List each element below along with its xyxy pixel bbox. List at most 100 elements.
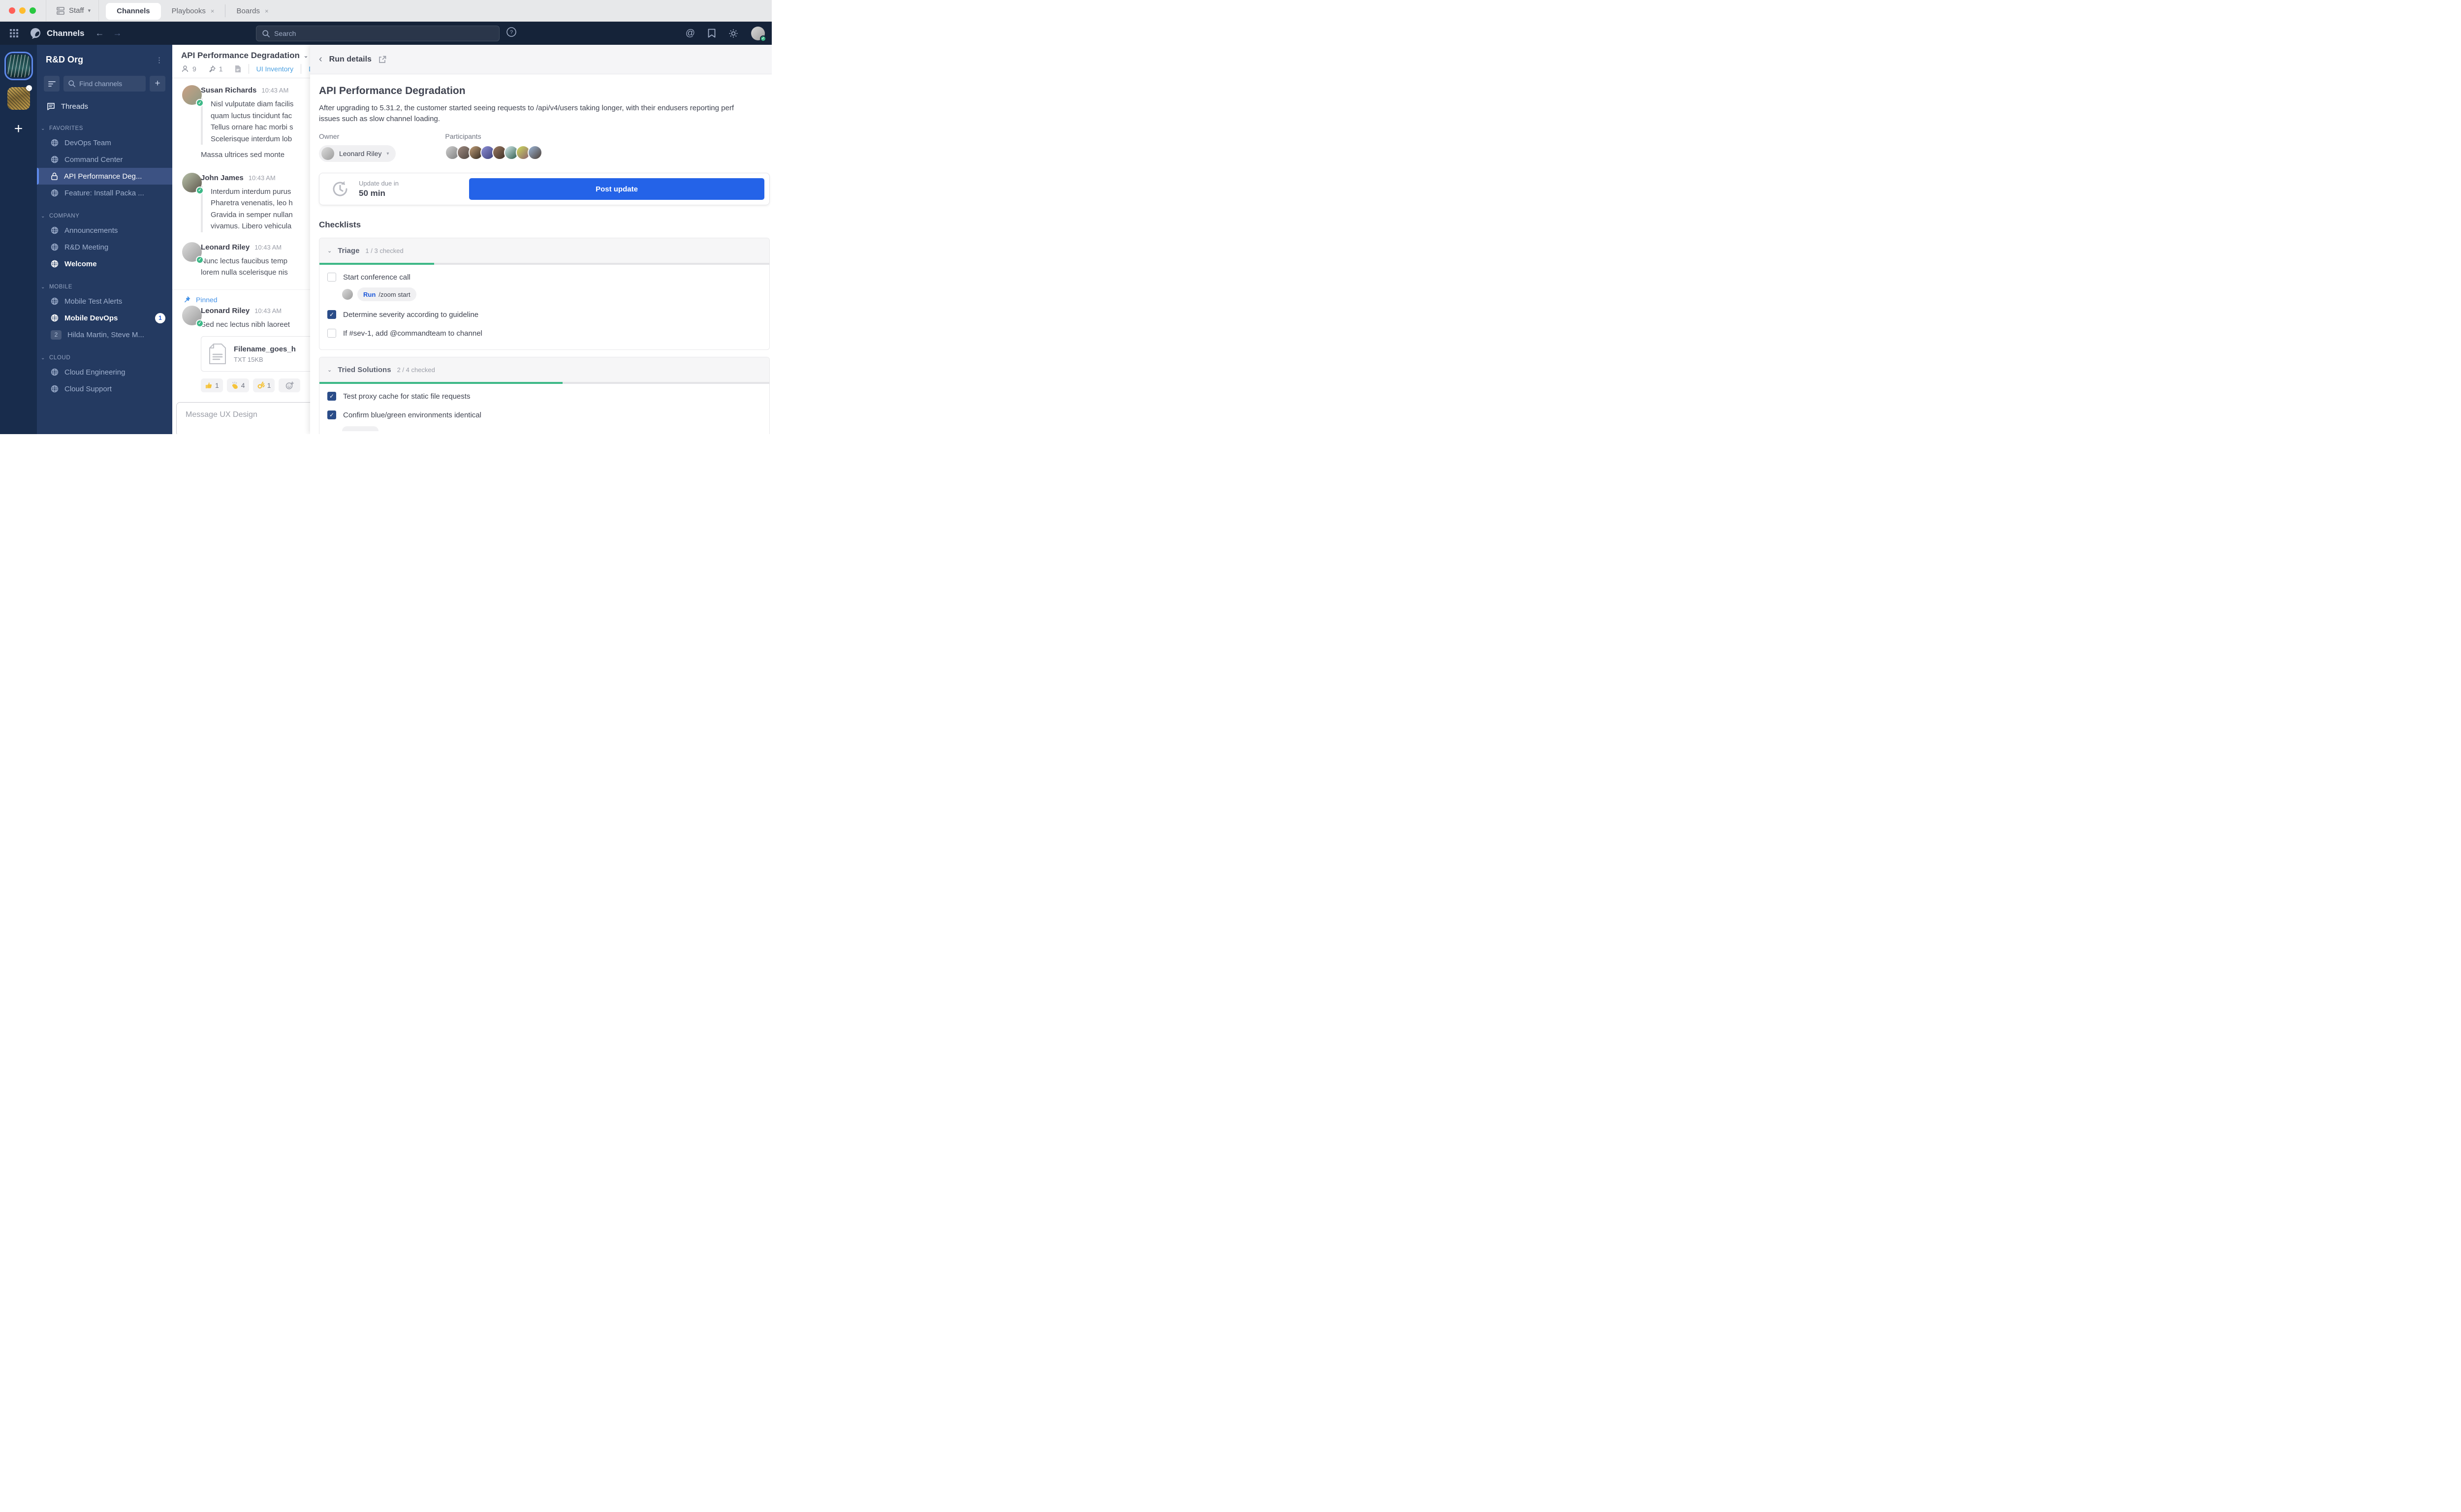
checklist-header[interactable]: ⌄ Triage 1 / 3 checked (319, 238, 769, 263)
checkbox-checked[interactable]: ✓ (327, 310, 336, 319)
settings-gear-icon[interactable] (728, 29, 738, 38)
user-avatar[interactable]: ✓ (751, 26, 766, 42)
search-input[interactable]: Search (256, 26, 500, 41)
history-back-icon[interactable]: ← (95, 28, 104, 38)
checklist-item[interactable]: ✓ Confirm blue/green environments identi… (319, 406, 769, 424)
checklist-item[interactable]: ✓ Test proxy cache for static file reque… (319, 387, 769, 406)
window-controls[interactable] (0, 7, 46, 14)
avatar[interactable]: ✓ (182, 242, 204, 264)
chevron-down-icon: ⌄ (327, 248, 332, 254)
members-count[interactable]: 9 (192, 65, 196, 73)
channel-header-link[interactable]: UI Inventory (256, 65, 293, 73)
channel-filter-button[interactable] (44, 76, 60, 92)
checkbox-checked[interactable]: ✓ (327, 392, 336, 401)
add-channel-button[interactable]: + (150, 76, 165, 92)
avatar[interactable] (528, 145, 543, 160)
back-icon[interactable]: ‹ (319, 54, 322, 65)
checklist-item[interactable]: Start conference call (319, 268, 769, 286)
tab-channels[interactable]: Channels (106, 2, 161, 20)
external-link-icon[interactable] (379, 56, 386, 63)
close-tab-icon[interactable]: × (265, 7, 269, 15)
apps-grid-icon[interactable] (10, 29, 18, 37)
tab-playbooks[interactable]: Playbooks × (161, 3, 225, 20)
message-author[interactable]: Leonard Riley (201, 307, 250, 315)
checklist-item[interactable]: ✓ Determine severity according to guidel… (319, 305, 769, 324)
checklist-progress-text: 1 / 3 checked (365, 247, 404, 254)
saved-posts-icon[interactable] (708, 29, 716, 38)
section-header[interactable]: ⌄ COMPANY (37, 210, 172, 222)
org-name[interactable]: R&D Org (46, 55, 83, 65)
sidebar-item-cloud-support[interactable]: Cloud Support (37, 380, 172, 397)
online-status-icon: ✓ (196, 319, 204, 327)
run-command-button[interactable]: Run /zoom start (357, 287, 416, 301)
reaction-thumbs-up[interactable]: 1 (201, 378, 223, 392)
minimize-window-button[interactable] (19, 7, 26, 14)
avatar (321, 147, 334, 160)
checkbox-unchecked[interactable] (327, 329, 336, 338)
pinned-label[interactable]: Pinned (196, 296, 218, 304)
section-header[interactable]: ⌄ CLOUD (37, 352, 172, 364)
channel-sidebar: R&D Org ⋮ Find channels + Threads ⌄ FAVOR… (37, 45, 172, 434)
checkbox-unchecked[interactable] (327, 273, 336, 282)
reaction-clap[interactable]: 4 (226, 378, 249, 392)
run-command-button[interactable] (342, 426, 379, 431)
chevron-down-icon: ⌄ (41, 284, 45, 290)
owner-selector[interactable]: Leonard Riley ▾ (319, 145, 396, 162)
online-status-icon: ✓ (760, 35, 766, 42)
mentions-icon[interactable]: @ (686, 28, 695, 39)
checkbox-checked[interactable]: ✓ (327, 410, 336, 419)
server-selector[interactable]: Staff ▾ (46, 6, 98, 15)
sidebar-item-feature-install[interactable]: Feature: Install Packa ... (37, 185, 172, 201)
pin-icon[interactable] (208, 65, 216, 73)
message-author[interactable]: Leonard Riley (201, 243, 250, 252)
avatar[interactable]: ✓ (182, 305, 204, 327)
sidebar-item-api-performance[interactable]: API Performance Deg... (37, 168, 172, 185)
avatar[interactable]: ✓ (182, 85, 204, 107)
avatar[interactable]: ✓ (182, 172, 204, 194)
message[interactable]: ✓ Susan Richards 10:43 AM Nisl vulputate… (172, 78, 310, 161)
help-icon[interactable]: ? (506, 27, 517, 37)
team-icon-rd-org[interactable] (7, 55, 30, 77)
message-composer-input[interactable]: Message UX Design (176, 402, 310, 434)
add-reaction-icon[interactable] (279, 378, 301, 392)
pinned-count[interactable]: 1 (219, 65, 223, 73)
tab-boards[interactable]: Boards × (225, 3, 279, 20)
close-window-button[interactable] (9, 7, 15, 14)
files-icon[interactable] (235, 65, 241, 73)
message-author[interactable]: Susan Richards (201, 86, 256, 94)
maximize-window-button[interactable] (30, 7, 36, 14)
sidebar-item-mobile-test-alerts[interactable]: Mobile Test Alerts (37, 293, 172, 310)
message[interactable]: ✓ John James 10:43 AM Interdum interdum … (172, 166, 310, 232)
message[interactable]: ✓ Leonard Riley 10:43 AM Sed nec lectus … (172, 304, 310, 392)
sidebar-item-mobile-devops[interactable]: Mobile DevOps 1 (37, 310, 172, 326)
sidebar-item-announcements[interactable]: Announcements (37, 222, 172, 239)
participant-avatars[interactable] (445, 145, 543, 160)
online-status-icon: ✓ (196, 99, 204, 107)
message-author[interactable]: John James (201, 174, 244, 182)
close-tab-icon[interactable]: × (211, 7, 215, 15)
sidebar-item-devops-team[interactable]: DevOps Team (37, 134, 172, 151)
sidebar-item-hilda-martin-dm[interactable]: 2 Hilda Martin, Steve M... (37, 326, 172, 343)
team-icon-secondary[interactable] (7, 85, 32, 110)
sidebar-item-threads[interactable]: Threads (37, 94, 172, 114)
history-forward-icon[interactable]: → (113, 28, 122, 38)
globe-icon (51, 243, 59, 251)
sidebar-item-cloud-engineering[interactable]: Cloud Engineering (37, 364, 172, 380)
org-menu-icon[interactable]: ⋮ (156, 56, 163, 64)
sidebar-item-command-center[interactable]: Command Center (37, 151, 172, 168)
post-update-button[interactable]: Post update (469, 178, 764, 200)
file-attachment[interactable]: Filename_goes_h TXT 15KB (201, 336, 310, 372)
checklist-header[interactable]: ⌄ Tried Solutions 2 / 4 checked (319, 357, 769, 382)
checklist-item[interactable]: If #sev-1, add @commandteam to channel (319, 324, 769, 343)
section-header[interactable]: ⌄ MOBILE (37, 281, 172, 293)
sidebar-item-rd-meeting[interactable]: R&D Meeting (37, 239, 172, 255)
members-icon[interactable] (181, 65, 189, 73)
sidebar-item-welcome[interactable]: Welcome (37, 255, 172, 272)
search-placeholder: Search (274, 30, 296, 37)
reaction-ok-hand[interactable]: 1 (252, 378, 275, 392)
find-channels-input[interactable]: Find channels (63, 76, 146, 92)
add-team-button[interactable]: + (14, 121, 23, 137)
channel-title[interactable]: API Performance Degradation ⌄ (181, 51, 310, 61)
section-header[interactable]: ⌄ FAVORITES (37, 123, 172, 134)
message[interactable]: ✓ Leonard Riley 10:43 AM Nunc lectus fau… (172, 235, 310, 279)
